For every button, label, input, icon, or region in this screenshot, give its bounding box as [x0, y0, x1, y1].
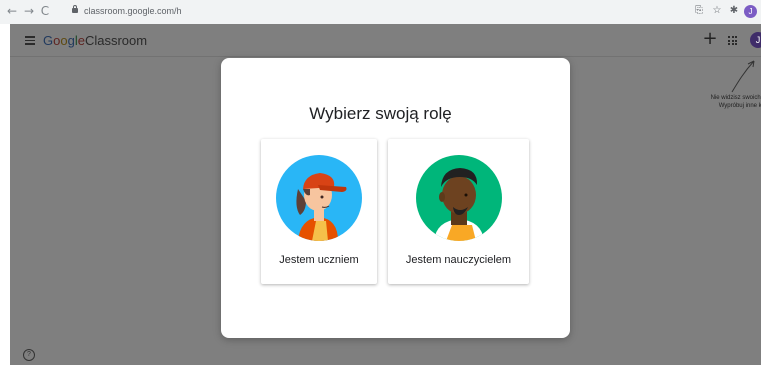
main-menu-icon[interactable] [25, 36, 35, 45]
role-label: Jestem uczniem [279, 254, 359, 266]
add-class-button[interactable]: + [702, 29, 718, 49]
window-edge [0, 24, 10, 365]
lock-icon [72, 5, 78, 13]
logo-letter: g [67, 33, 75, 48]
forward-arrow-icon[interactable]: → [22, 4, 36, 18]
url-text[interactable]: classroom.google.com/h [84, 6, 182, 16]
student-role-card[interactable]: Jestem uczniem [261, 139, 377, 284]
reload-icon[interactable]: C [38, 4, 52, 18]
student-illustration-icon [276, 155, 362, 241]
hint-line: Nie widzisz swoich zaj [710, 95, 761, 101]
share-icon[interactable]: ⎘ [693, 5, 705, 17]
account-avatar[interactable]: J [750, 32, 761, 48]
annotation-arrow-icon [731, 60, 755, 93]
help-icon[interactable]: ? [23, 349, 35, 361]
teacher-role-card[interactable]: Jestem nauczycielem [388, 139, 529, 284]
bookmark-star-icon[interactable]: ☆ [711, 5, 723, 17]
dialog-title: Wybierz swoją rolę [309, 104, 452, 123]
google-classroom-logo[interactable]: GoogleClassroom [43, 33, 147, 48]
logo-letter: o [60, 33, 68, 48]
role-label: Jestem nauczycielem [405, 254, 512, 266]
logo-letter: e [77, 33, 85, 48]
teacher-illustration-icon [415, 155, 502, 241]
browser-profile-avatar[interactable]: J [744, 5, 757, 18]
google-apps-icon[interactable] [728, 36, 737, 45]
logo-product-name: Classroom [84, 33, 148, 48]
extensions-icon[interactable]: ✱ [728, 5, 740, 17]
back-arrow-icon[interactable]: ← [5, 4, 19, 18]
logo-letter: G [43, 33, 54, 48]
